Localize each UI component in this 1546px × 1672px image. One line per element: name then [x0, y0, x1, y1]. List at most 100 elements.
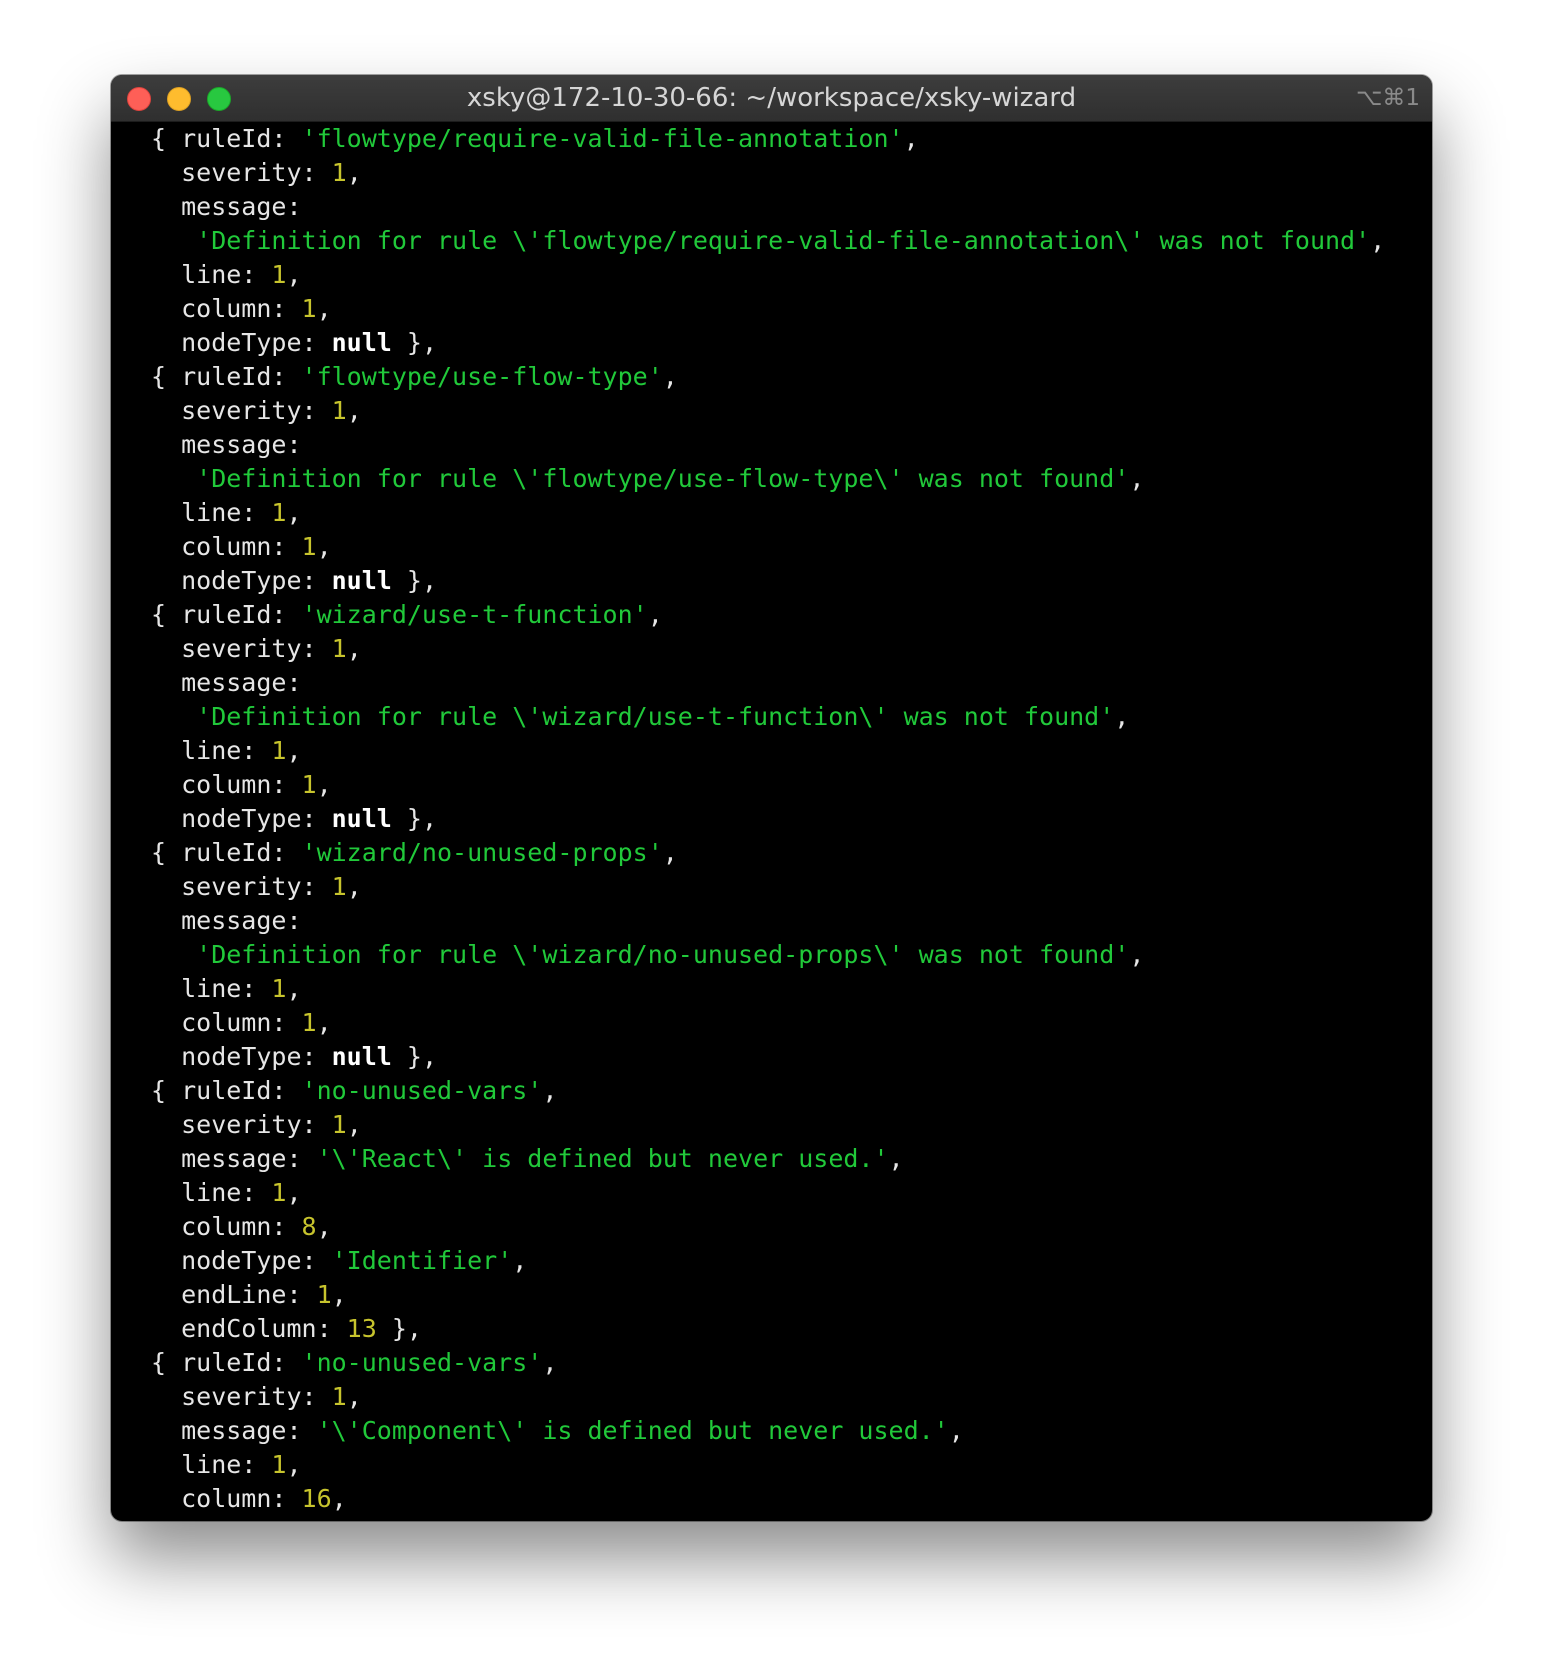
plain-text: ,: [542, 1076, 558, 1105]
plain-text: ,: [948, 1416, 964, 1445]
plain-text: ,: [346, 1110, 362, 1139]
plain-text: message:: [151, 668, 302, 697]
string-literal: '\'React\' is defined but never used.': [316, 1144, 889, 1173]
plain-text: message:: [151, 430, 302, 459]
plain-text: ,: [286, 260, 302, 289]
plain-text: ,: [286, 736, 302, 765]
plain-text: severity:: [151, 158, 332, 187]
terminal-line: nodeType: null },: [151, 326, 1432, 360]
number-literal: 1: [271, 974, 287, 1003]
terminal-line: endColumn: 13 },: [151, 1312, 1432, 1346]
terminal-line: column: 1,: [151, 1006, 1432, 1040]
plain-text: [151, 940, 196, 969]
plain-text: ,: [888, 1144, 904, 1173]
plain-text: nodeType:: [151, 1246, 332, 1275]
plain-text: ,: [316, 770, 332, 799]
plain-text: endColumn:: [151, 1314, 347, 1343]
plain-text: },: [391, 1042, 437, 1071]
number-literal: 1: [271, 736, 287, 765]
number-literal: 1: [331, 634, 347, 663]
plain-text: { ruleId:: [151, 1076, 302, 1105]
plain-text: ,: [346, 396, 362, 425]
terminal-line: message:: [151, 904, 1432, 938]
plain-text: ,: [346, 634, 362, 663]
plain-text: ,: [316, 1008, 332, 1037]
plain-text: ,: [331, 1484, 347, 1513]
plain-text: ,: [286, 974, 302, 1003]
plain-text: },: [391, 328, 437, 357]
number-literal: 16: [301, 1484, 332, 1513]
number-literal: 1: [331, 872, 347, 901]
terminal-line: line: 1,: [151, 496, 1432, 530]
terminal-output[interactable]: { ruleId: 'flowtype/require-valid-file-a…: [111, 122, 1432, 1521]
string-literal: 'Definition for rule \'flowtype/use-flow…: [196, 464, 1130, 493]
terminal-line: nodeType: 'Identifier',: [151, 1244, 1432, 1278]
plain-text: ,: [346, 158, 362, 187]
terminal-line: column: 1,: [151, 768, 1432, 802]
plain-text: message:: [151, 192, 302, 221]
string-literal: '\'Component\' is defined but never used…: [316, 1416, 949, 1445]
plain-text: message:: [151, 1144, 317, 1173]
terminal-line: line: 1,: [151, 734, 1432, 768]
plain-text: column:: [151, 1008, 302, 1037]
terminal-line: line: 1,: [151, 1176, 1432, 1210]
number-literal: 1: [301, 294, 317, 323]
plain-text: },: [376, 1314, 422, 1343]
number-literal: 1: [331, 158, 347, 187]
plain-text: [151, 226, 196, 255]
plain-text: column:: [151, 1484, 302, 1513]
string-literal: 'Definition for rule \'wizard/no-unused-…: [196, 940, 1130, 969]
plain-text: ,: [662, 838, 678, 867]
plain-text: ,: [542, 1348, 558, 1377]
plain-text: },: [391, 566, 437, 595]
plain-text: ,: [1129, 464, 1145, 493]
terminal-line: 'Definition for rule \'wizard/no-unused-…: [151, 938, 1432, 972]
plain-text: { ruleId:: [151, 600, 302, 629]
terminal-line: 'Definition for rule \'flowtype/require-…: [151, 224, 1432, 258]
null-keyword: null: [331, 804, 392, 833]
terminal-line: { ruleId: 'wizard/no-unused-props',: [151, 836, 1432, 870]
terminal-line: { ruleId: 'no-unused-vars',: [151, 1346, 1432, 1380]
plain-text: nodeType:: [151, 328, 332, 357]
string-literal: 'flowtype/use-flow-type': [301, 362, 663, 391]
plain-text: ,: [286, 498, 302, 527]
tab-shortcut-label: ⌥⌘1: [1355, 85, 1420, 111]
plain-text: nodeType:: [151, 1042, 332, 1071]
plain-text: message:: [151, 1416, 317, 1445]
plain-text: ,: [331, 1280, 347, 1309]
plain-text: column:: [151, 770, 302, 799]
plain-text: line:: [151, 1178, 272, 1207]
plain-text: nodeType:: [151, 566, 332, 595]
terminal-line: severity: 1,: [151, 156, 1432, 190]
null-keyword: null: [331, 566, 392, 595]
number-literal: 1: [301, 770, 317, 799]
plain-text: column:: [151, 294, 302, 323]
terminal-line: line: 1,: [151, 258, 1432, 292]
terminal-window: xsky@172-10-30-66: ~/workspace/xsky-wiza…: [111, 75, 1432, 1521]
plain-text: severity:: [151, 1110, 332, 1139]
window-title: xsky@172-10-30-66: ~/workspace/xsky-wiza…: [466, 83, 1077, 113]
terminal-line: { ruleId: 'flowtype/require-valid-file-a…: [151, 122, 1432, 156]
terminal-line: nodeType: null },: [151, 802, 1432, 836]
string-literal: 'no-unused-vars': [301, 1348, 543, 1377]
title-bar[interactable]: xsky@172-10-30-66: ~/workspace/xsky-wiza…: [111, 75, 1432, 122]
number-literal: 1: [316, 1280, 332, 1309]
terminal-line: { ruleId: 'flowtype/use-flow-type',: [151, 360, 1432, 394]
string-literal: 'wizard/no-unused-props': [301, 838, 663, 867]
plain-text: column:: [151, 1212, 302, 1241]
number-literal: 1: [271, 260, 287, 289]
number-literal: 1: [301, 1008, 317, 1037]
plain-text: ,: [316, 1212, 332, 1241]
plain-text: ,: [286, 1450, 302, 1479]
plain-text: severity:: [151, 1382, 332, 1411]
terminal-line: message:: [151, 666, 1432, 700]
plain-text: ,: [1370, 226, 1386, 255]
plain-text: { ruleId:: [151, 124, 302, 153]
string-literal: 'Definition for rule \'flowtype/require-…: [196, 226, 1371, 255]
number-literal: 1: [271, 1450, 287, 1479]
number-literal: 1: [301, 532, 317, 561]
terminal-line: line: 1,: [151, 1448, 1432, 1482]
plain-text: ,: [647, 600, 663, 629]
plain-text: line:: [151, 974, 272, 1003]
terminal-line: severity: 1,: [151, 1380, 1432, 1414]
